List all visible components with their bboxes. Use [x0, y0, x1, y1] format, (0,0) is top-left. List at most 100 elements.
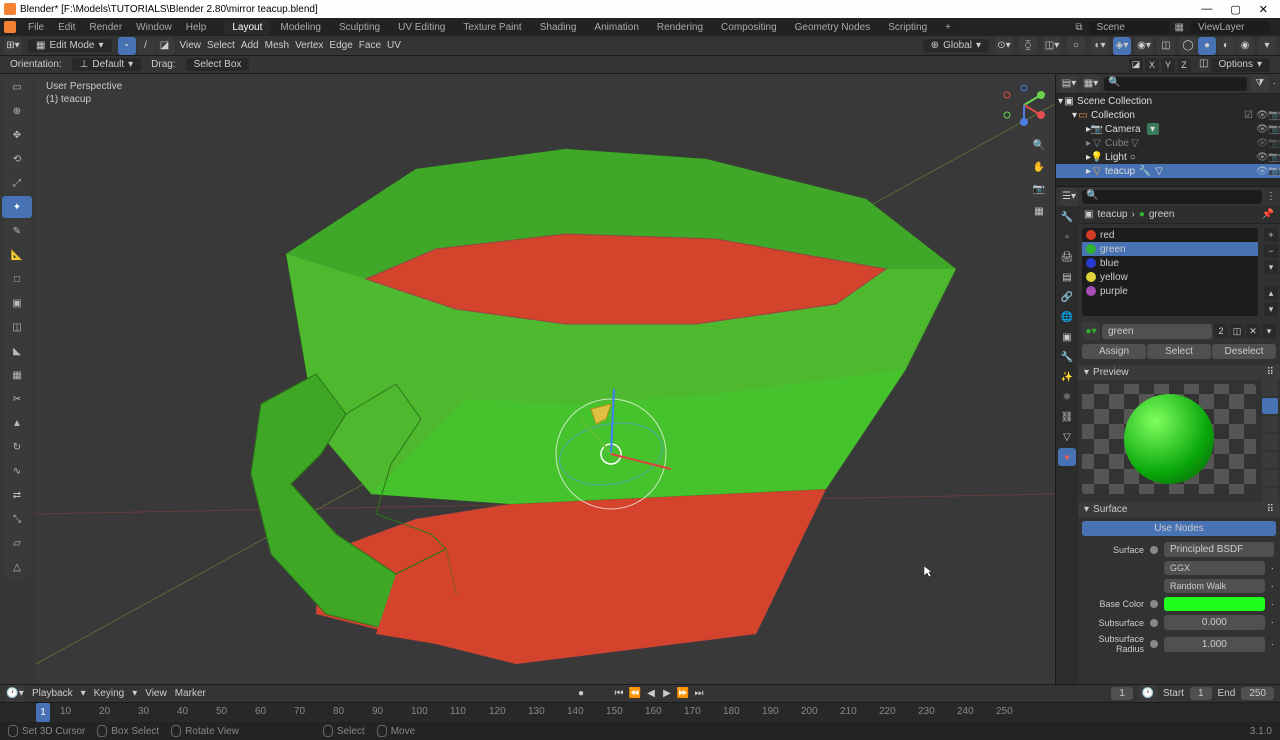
deselect-button[interactable]: Deselect	[1212, 344, 1276, 359]
outliner-teacup[interactable]: teacup	[1105, 166, 1135, 177]
view-menu[interactable]: View	[145, 688, 167, 699]
subsurface-method-field[interactable]: Random Walk	[1164, 579, 1265, 593]
rotate-tool-icon[interactable]: ⟲	[2, 148, 32, 170]
viewport-3d[interactable]	[36, 74, 1055, 684]
mat-moveup-icon[interactable]: ▴	[1264, 286, 1278, 300]
marker-menu[interactable]: Marker	[175, 688, 206, 699]
pan-icon[interactable]: ✋	[1029, 158, 1049, 176]
extrude-tool-icon[interactable]: ▣	[2, 292, 32, 314]
anim-dot-icon[interactable]: ·	[1271, 563, 1274, 574]
output-tab-icon[interactable]: 🖨	[1058, 248, 1076, 266]
tab-rendering[interactable]: Rendering	[649, 20, 711, 35]
material-slot-list[interactable]: red green blue yellow purple	[1082, 228, 1258, 316]
subsurfradius-socket-icon[interactable]	[1150, 640, 1158, 648]
menu-face[interactable]: Face	[359, 40, 381, 51]
autokeyset-icon[interactable]: ●	[574, 687, 588, 701]
meshdata-tab-icon[interactable]: ▽	[1058, 428, 1076, 446]
collection-name[interactable]: Collection	[1091, 110, 1135, 121]
tab-modeling[interactable]: Modeling	[272, 20, 329, 35]
shading-rendered-icon[interactable]: ◉	[1236, 37, 1254, 55]
rip-tool-icon[interactable]: △	[2, 556, 32, 578]
subsurface-socket-icon[interactable]	[1150, 619, 1158, 627]
timeline-editor-icon[interactable]: 🕐▾	[6, 685, 24, 703]
preview-flat-icon[interactable]	[1262, 380, 1278, 396]
face-select-icon[interactable]: ◪	[156, 37, 174, 55]
edge-select-icon[interactable]: /	[137, 37, 155, 55]
menu-window[interactable]: Window	[130, 22, 178, 33]
zoom-icon[interactable]: 🔍	[1029, 136, 1049, 154]
anim-dot-icon[interactable]: ·	[1271, 581, 1274, 592]
anim-dot-icon[interactable]: ·	[1271, 639, 1274, 650]
polybuild-tool-icon[interactable]: ▲	[2, 412, 32, 434]
mode-selector[interactable]: ▦Edit Mode▾	[28, 39, 112, 52]
shear-tool-icon[interactable]: ▱	[2, 532, 32, 554]
tool-tab-icon[interactable]: 🔧	[1058, 208, 1076, 226]
menu-add[interactable]: Add	[241, 40, 259, 51]
tab-shading[interactable]: Shading	[532, 20, 585, 35]
surface-panel-header[interactable]: ▾Surface⠿	[1078, 502, 1280, 517]
jump-nextkey-icon[interactable]: ⏩	[676, 687, 690, 701]
base-color-field[interactable]	[1164, 597, 1265, 611]
tab-compositing[interactable]: Compositing	[713, 20, 785, 35]
menu-file[interactable]: File	[22, 22, 50, 33]
move-tool-icon[interactable]: ✥	[2, 124, 32, 146]
shading-matprev-icon[interactable]: ◐	[1217, 37, 1235, 55]
constraint-tab-icon[interactable]: ⛓	[1058, 408, 1076, 426]
object-tab-icon[interactable]: ▣	[1058, 328, 1076, 346]
anim-dot-icon[interactable]: ·	[1271, 617, 1274, 628]
timeline-track[interactable]: 1 10203040506070809010011012013014015016…	[0, 702, 1280, 722]
shrink-tool-icon[interactable]: ⤡	[2, 508, 32, 530]
current-frame[interactable]: 1	[1111, 687, 1133, 700]
snap-target-icon[interactable]: ◫▾	[1043, 37, 1061, 55]
tab-layout[interactable]: Layout	[224, 20, 270, 35]
mat-slot-blue[interactable]: blue	[1082, 256, 1258, 270]
shading-solid-icon[interactable]: ●	[1198, 37, 1216, 55]
start-frame[interactable]: 1	[1190, 687, 1212, 700]
mat-slot-red[interactable]: red	[1082, 228, 1258, 242]
breadcrumb-mat[interactable]: green	[1149, 209, 1175, 220]
tab-scripting[interactable]: Scripting	[880, 20, 935, 35]
scene-name[interactable]: Scene	[1089, 21, 1169, 34]
preview-cube-icon[interactable]	[1262, 416, 1278, 432]
maximize-icon[interactable]: ▢	[1230, 3, 1240, 16]
props-options-icon[interactable]: ⋮	[1266, 191, 1276, 202]
spin-tool-icon[interactable]: ↻	[2, 436, 32, 458]
menu-edit[interactable]: Edit	[52, 22, 81, 33]
smooth-tool-icon[interactable]: ∿	[2, 460, 32, 482]
material-name-field[interactable]: green	[1102, 324, 1212, 339]
outliner-funnel-icon[interactable]: ⧩	[1251, 75, 1269, 93]
outliner-new-icon[interactable]: ·	[1273, 78, 1276, 89]
knife-tool-icon[interactable]: ✂	[2, 388, 32, 410]
play-reverse-icon[interactable]: ◀	[644, 687, 658, 701]
distribution-field[interactable]: GGX	[1164, 561, 1265, 575]
editor-type-icon[interactable]: ⊞▾	[4, 37, 22, 55]
camera-view-icon[interactable]: 📷	[1029, 180, 1049, 198]
surface-socket-icon[interactable]	[1150, 546, 1158, 554]
outliner-display-icon[interactable]: ▤▾	[1060, 75, 1078, 93]
playhead[interactable]: 1	[36, 703, 50, 722]
scale-tool-icon[interactable]: ⤢	[2, 172, 32, 194]
jump-start-icon[interactable]: ⏮	[612, 687, 626, 701]
outliner-search[interactable]: 🔍	[1104, 77, 1247, 91]
menu-edge[interactable]: Edge	[329, 40, 352, 51]
world-tab-icon[interactable]: 🌐	[1058, 308, 1076, 326]
bevel-tool-icon[interactable]: ◣	[2, 340, 32, 362]
breadcrumb-obj[interactable]: teacup	[1097, 209, 1127, 220]
preview-range-icon[interactable]: 🕐	[1139, 685, 1157, 703]
measure-tool-icon[interactable]: 📐	[2, 244, 32, 266]
mat-specials-icon[interactable]: ▾	[1264, 260, 1278, 274]
basecolor-socket-icon[interactable]	[1150, 600, 1158, 608]
outliner-cube[interactable]: Cube	[1105, 138, 1129, 149]
transform-orientation[interactable]: ⊕Global▾	[923, 39, 989, 52]
mat-remove-icon[interactable]: −	[1264, 244, 1278, 258]
outliner-camera[interactable]: Camera	[1105, 124, 1141, 135]
axis-y[interactable]: Y	[1161, 58, 1175, 72]
automerge-icon[interactable]: ◫	[1199, 58, 1208, 72]
render-tab-icon[interactable]: ▫	[1058, 228, 1076, 246]
shading-options-icon[interactable]: ▾	[1258, 37, 1276, 55]
keying-menu[interactable]: Keying	[94, 688, 125, 699]
menu-vertex[interactable]: Vertex	[295, 40, 323, 51]
mat-newcopy-icon[interactable]: ◫	[1230, 324, 1244, 338]
mat-slot-purple[interactable]: purple	[1082, 284, 1258, 298]
viewlayer-icon[interactable]: ▦	[1175, 22, 1184, 33]
